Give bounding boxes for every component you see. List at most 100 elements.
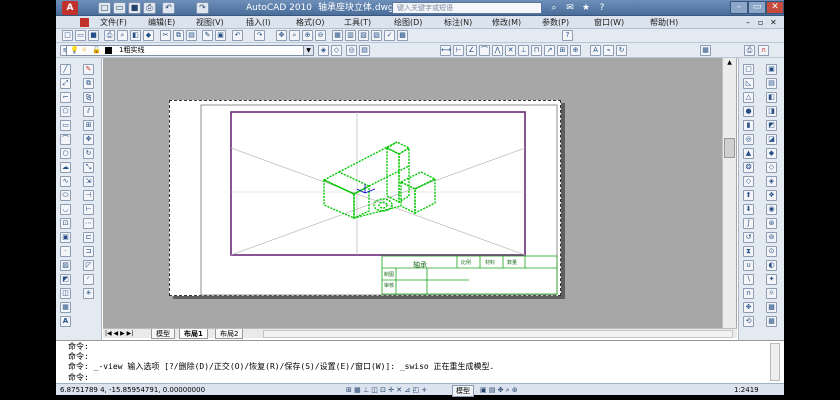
construction-line-icon[interactable]: ⤢: [60, 78, 71, 89]
menu-file[interactable]: 文件(F): [100, 16, 127, 29]
point-icon[interactable]: ·: [60, 246, 71, 257]
render-icon[interactable]: ✦: [766, 274, 777, 285]
menu-insert[interactable]: 插入(I): [246, 16, 271, 29]
help-search-input[interactable]: 键入关键字或短语: [392, 2, 542, 14]
polygon-icon[interactable]: ⬠: [60, 106, 71, 117]
view-bottom-icon[interactable]: ▤: [766, 78, 777, 89]
undo-icon[interactable]: ↶: [162, 2, 175, 14]
command-window[interactable]: 命令: 命令: 命令: _-view 输入选项 [?/删除(D)/正交(O)/恢…: [56, 340, 784, 383]
snap-toggles[interactable]: ⊞ ▦ ⊥ ◫ ⊡ ✛ ✕ ⊿ ◰ +: [346, 385, 427, 395]
insert-block-icon[interactable]: ⊡: [60, 218, 71, 229]
view-top-icon[interactable]: ▣: [766, 64, 777, 75]
arc-icon[interactable]: ⌒: [60, 134, 71, 145]
model-space-button[interactable]: 模型: [452, 385, 474, 397]
offset-icon[interactable]: ⫽: [83, 106, 94, 117]
scroll-up-icon[interactable]: ▲: [724, 59, 735, 69]
menu-close-icon[interactable]: ✕: [770, 16, 777, 29]
fillet-icon[interactable]: ◜: [83, 274, 94, 285]
region-icon[interactable]: ◫: [60, 288, 71, 299]
magnet-icon[interactable]: ∩: [758, 45, 769, 56]
plot-style-icon[interactable]: ⎙: [744, 45, 755, 56]
cylinder-icon[interactable]: ▮: [743, 120, 754, 131]
modeling-box-icon[interactable]: ▢: [743, 64, 754, 75]
command-scrollbar[interactable]: [770, 343, 780, 381]
tab-layout2[interactable]: 布局2: [215, 329, 244, 339]
sphere-icon[interactable]: ●: [743, 106, 754, 117]
help-icon[interactable]: ?: [596, 2, 608, 14]
redo-tool-icon[interactable]: ↷: [254, 30, 265, 41]
dim-ordinate-icon[interactable]: ✕: [505, 45, 516, 56]
menu-doc-icon[interactable]: [80, 18, 89, 27]
save-icon[interactable]: ■: [128, 2, 141, 14]
polyline-icon[interactable]: ⌐: [60, 92, 71, 103]
plot-preview-icon[interactable]: ⌕: [117, 30, 128, 41]
restore-button[interactable]: ▭: [748, 1, 766, 14]
gradient-icon[interactable]: ◩: [60, 274, 71, 285]
nw-iso-icon[interactable]: ❖: [766, 190, 777, 201]
tolerance-icon[interactable]: ⊞: [557, 45, 568, 56]
extend-icon[interactable]: ⊢: [83, 204, 94, 215]
cut-icon[interactable]: ✂: [160, 30, 171, 41]
revision-cloud-icon[interactable]: ☁: [60, 162, 71, 173]
open-icon[interactable]: ▭: [113, 2, 126, 14]
zoom-window-icon[interactable]: ⊕: [302, 30, 313, 41]
annotation-scale[interactable]: 1:2419: [734, 385, 759, 395]
view-front-icon[interactable]: ◩: [766, 120, 777, 131]
presspull-icon[interactable]: ⬇: [743, 204, 754, 215]
close-button[interactable]: ✕: [766, 1, 784, 14]
continuous-orbit-icon[interactable]: ⊙: [766, 246, 777, 257]
break-at-point-icon[interactable]: ⋯: [83, 218, 94, 229]
ellipse-arc-icon[interactable]: ◡: [60, 204, 71, 215]
copy-icon[interactable]: ⧉: [173, 30, 184, 41]
view-left-icon[interactable]: ◧: [766, 92, 777, 103]
search-icon[interactable]: ⌕: [548, 2, 560, 14]
sweep-icon[interactable]: ∫: [743, 218, 754, 229]
extrude-icon[interactable]: ⬆: [743, 190, 754, 201]
app-menu-button[interactable]: A: [62, 1, 78, 15]
view-back-icon[interactable]: ◪: [766, 134, 777, 145]
move-icon[interactable]: ✥: [83, 134, 94, 145]
match-properties-icon[interactable]: ✎: [202, 30, 213, 41]
stretch-icon[interactable]: ⇲: [83, 176, 94, 187]
horizontal-scrollbar[interactable]: [263, 330, 733, 338]
help-tool-icon[interactable]: ?: [562, 30, 573, 41]
line-icon[interactable]: ╱: [60, 64, 71, 75]
3d-move-icon[interactable]: ✥: [743, 302, 754, 313]
quick-view-icons[interactable]: ▣ ▤ ✥ ⌕ ⊛: [480, 385, 518, 395]
markup-icon[interactable]: ✓: [384, 30, 395, 41]
table-icon[interactable]: ▦: [60, 302, 71, 313]
wedge-icon[interactable]: ◺: [743, 78, 754, 89]
communication-center-icon[interactable]: ✉: [564, 2, 576, 14]
rotate-icon[interactable]: ↻: [83, 148, 94, 159]
dim-text-edit-icon[interactable]: ⌁: [603, 45, 614, 56]
mtext-icon[interactable]: A: [60, 316, 71, 327]
quick-leader-icon[interactable]: ↗: [544, 45, 555, 56]
tool-palettes-icon[interactable]: ▧: [358, 30, 369, 41]
dim-edit-icon[interactable]: A: [590, 45, 601, 56]
dim-radius-icon[interactable]: ⌒: [479, 45, 490, 56]
save-file-icon[interactable]: ■: [88, 30, 99, 41]
helix-icon[interactable]: ❂: [743, 162, 754, 173]
revolve-icon[interactable]: ↺: [743, 232, 754, 243]
line-tool-icon[interactable]: ⟷: [440, 45, 451, 56]
view-right-icon[interactable]: ◨: [766, 106, 777, 117]
pyramid-icon[interactable]: ▲: [743, 148, 754, 159]
zoom-realtime-icon[interactable]: ⌕: [289, 30, 300, 41]
menu-min-icon[interactable]: –: [746, 16, 750, 29]
menu-dimension[interactable]: 标注(N): [444, 16, 472, 29]
layer-previous-icon[interactable]: ◇: [331, 45, 342, 56]
subtract-icon[interactable]: ∖: [743, 274, 754, 285]
copy-object-icon[interactable]: ⧉: [83, 78, 94, 89]
rectangle-icon[interactable]: ▭: [60, 120, 71, 131]
light-icon[interactable]: ☼: [766, 288, 777, 299]
ne-iso-icon[interactable]: ◈: [766, 176, 777, 187]
calculator-icon[interactable]: ▩: [397, 30, 408, 41]
layer-isolate-icon[interactable]: ▤: [359, 45, 370, 56]
3d-rotate-icon[interactable]: ⟲: [743, 316, 754, 327]
menu-modify[interactable]: 修改(M): [492, 16, 521, 29]
design-center-icon[interactable]: ▥: [345, 30, 356, 41]
undo-tool-icon[interactable]: ↶: [232, 30, 243, 41]
print-icon[interactable]: ⎙: [143, 2, 156, 14]
dim-update-icon[interactable]: ↻: [616, 45, 627, 56]
menu-window[interactable]: 窗口(W): [594, 16, 624, 29]
